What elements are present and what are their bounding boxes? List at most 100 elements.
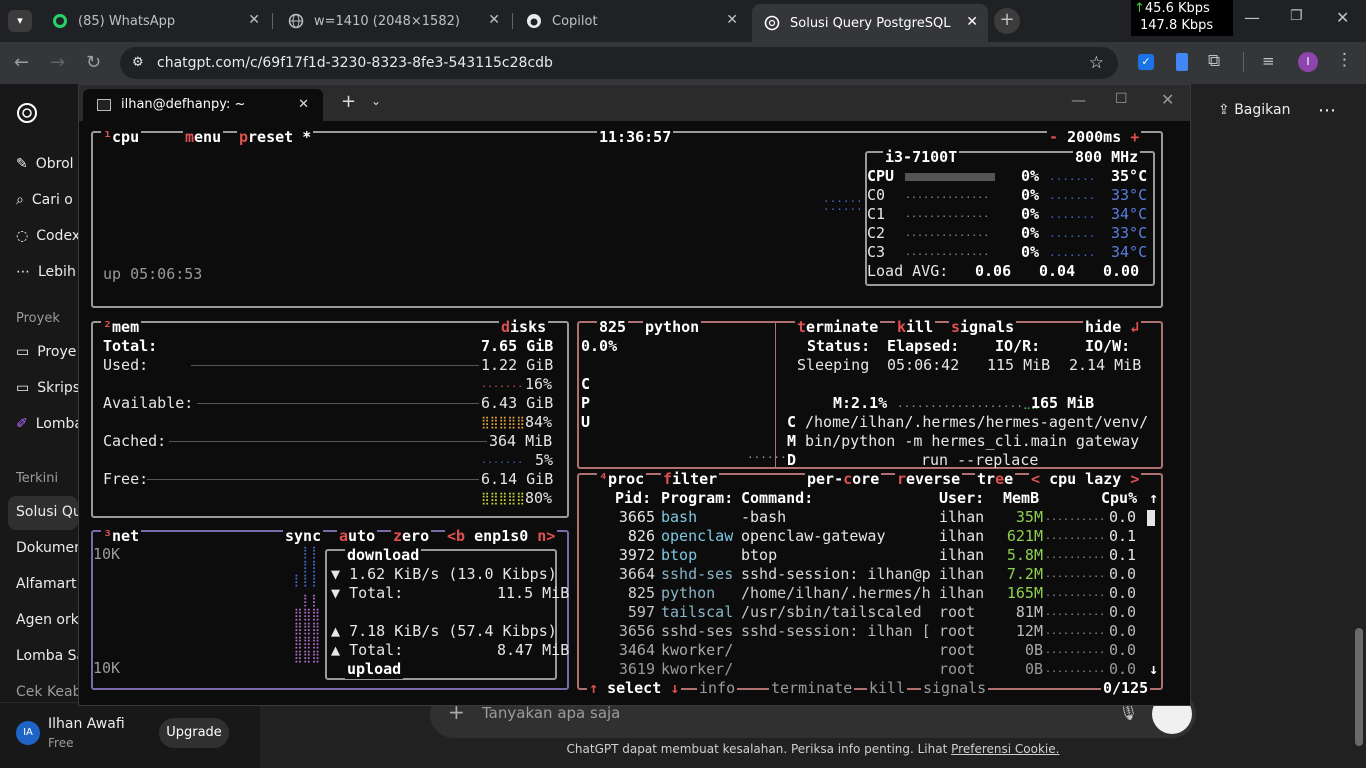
project-item[interactable]: ▭ Proye [16,344,76,360]
detail-mem-value: 165 MiB [1031,394,1095,412]
core-pct: 0% [1021,224,1040,242]
cell-cpu: 0.0 [1109,603,1137,621]
sort-selector[interactable]: < cpu lazy > [1029,470,1142,489]
page-scrollbar[interactable] [1352,84,1366,768]
tree-button[interactable]: tree [975,470,1016,489]
site-info-icon[interactable]: ⚙ [132,47,144,79]
cell-cpu: 0.1 [1109,527,1137,545]
signals-button[interactable]: signals [949,318,1017,337]
table-row[interactable]: 597 tailscal/usr/sbin/tailscaled root 81M 0.… [79,603,1179,622]
dropdown-chevron-icon[interactable]: ⌄ [371,94,381,108]
sidebar-item-search[interactable]: ⌕ Cari o [16,192,73,208]
recent-chat-item[interactable]: Agen orke [16,612,87,628]
cpu-menu-button[interactable]: menu [183,128,224,147]
table-row[interactable]: 3665 bash -bash ilhan 35M 0.0.......... [79,508,1179,527]
close-tab-icon[interactable]: ✕ [726,12,738,28]
maximize-icon[interactable]: ☐ [1115,91,1128,107]
filter-button[interactable]: filter [661,470,720,489]
share-button[interactable]: ⇪ Bagikan [1218,102,1290,118]
more-options-icon[interactable]: ⋯ [1318,100,1336,121]
tab-copilot[interactable]: Copilot ✕ [514,6,748,36]
cookie-preferences-link[interactable]: Preferensi Cookie. [951,742,1059,756]
mem-label: Cached: [103,432,167,450]
col-user[interactable]: User: [939,489,984,508]
col-cpu[interactable]: Cpu% [1101,489,1137,508]
core-temp: 34°C [1111,243,1148,261]
terminate-button[interactable]: terminate [795,318,881,337]
tab-chatgpt[interactable]: Solusi Query PostgreSQL ✕ [752,4,988,42]
interval-decrease[interactable]: - [1049,128,1067,146]
table-row[interactable]: 3972 btop btop ilhan 5.8M 0.1.......... [79,546,1179,565]
load-avg: Load AVG: [867,262,949,280]
media-control-icon[interactable]: ≡ [1262,52,1275,70]
sidebar-item-more[interactable]: ⋯ Lebih [16,264,76,280]
back-icon[interactable]: ← [14,52,29,73]
footer-terminate-button[interactable]: terminate [769,679,855,698]
new-tab-button[interactable]: + [994,8,1020,34]
cell-cmd: sshd-session: ilhan@p [741,565,931,583]
close-tab-icon[interactable]: ✕ [248,12,260,28]
cpu-preset-button[interactable]: preset * [237,128,314,147]
table-row[interactable]: 3464 kworker/root 0B 0.0.......... [79,641,1179,660]
table-row[interactable]: 3664 sshd-ses sshd-session: ilhan@p ilhan 7.… [79,565,1179,584]
cell-prog: tailscal [661,603,734,621]
terminal-window: ilhan@defhanpy: ~ ✕ + ⌄ — ☐ ✕ ¹cpu menu … [78,84,1191,706]
table-row[interactable]: 825 python/home/ilhan/.hermes/h ilhan 165M 0… [79,584,1179,603]
close-window-icon[interactable]: ✕ [1161,90,1174,109]
interval-increase[interactable]: + [1121,128,1139,146]
forward-icon[interactable]: → [50,52,65,73]
extension-check-icon[interactable]: ✓ [1138,54,1154,70]
tab-label: (85) WhatsApp [78,13,176,29]
new-terminal-tab-icon[interactable]: + [341,91,356,112]
recent-chat-item[interactable]: Dokumen [16,540,83,556]
disclaimer: ChatGPT dapat membuat kesalahan. Periksa… [566,742,1060,756]
profile-avatar[interactable]: I [1298,52,1318,72]
extensions-puzzle-icon[interactable]: ⧉ [1208,51,1220,71]
reload-icon[interactable]: ↻ [86,52,101,73]
url-bar[interactable]: ⚙ chatgpt.com/c/69f17f1d-3230-8323-8fe3-… [120,47,1118,79]
cell-mem: 81M [1015,603,1043,621]
col-pid[interactable]: Pid: [615,489,651,508]
hide-button[interactable]: hide ↲ [1083,318,1142,337]
close-window-icon[interactable]: ✕ [1336,8,1349,27]
kill-button[interactable]: kill [895,318,936,337]
extension-doc-icon[interactable] [1176,53,1188,71]
col-program[interactable]: Program: [661,489,733,508]
minimize-icon[interactable]: — [1071,91,1086,109]
scroll-up-icon[interactable]: ↑ [1149,489,1158,508]
restore-icon[interactable]: ❐ [1290,8,1303,24]
project-item[interactable]: ▭ Skrips [16,380,80,396]
sidebar-item-new-chat[interactable]: ✎ Obrol [16,156,74,172]
table-row[interactable]: 3619 kworker/root 0B 0.0.......... [79,660,1179,679]
col-command[interactable]: Command: [741,489,813,508]
openai-logo-icon[interactable] [16,102,38,128]
sidebar-item-codex[interactable]: ◌ Codex [16,228,80,244]
detail-name: python [643,318,702,337]
detail-elapsed: 05:06:42 [887,356,960,374]
browser-menu-icon[interactable]: ⋮ [1336,50,1353,70]
col-mem[interactable]: MemB [1003,489,1039,508]
detail-cmd-line: run --replace [921,451,1039,469]
table-row[interactable]: 3656 sshd-ses sshd-session: ilhan [root 12M… [79,622,1179,641]
reverse-button[interactable]: reverse [895,470,963,489]
tab-whatsapp[interactable]: (85) WhatsApp ✕ [40,6,270,36]
tab-image[interactable]: w=1410 (2048×1582) ✕ [276,6,510,36]
tab-search-button[interactable]: ▾ [8,10,32,32]
project-item[interactable]: ✐ Lomba [16,416,83,432]
close-tab-icon[interactable]: ✕ [298,89,309,121]
mem-pct: 84% [525,413,553,431]
terminal-tab[interactable]: ilhan@defhanpy: ~ ✕ [83,89,323,121]
footer-kill-button[interactable]: kill [867,679,908,698]
info-button[interactable]: info [697,679,738,698]
composer-placeholder: Tanyakan apa saja [482,704,621,722]
disks-button[interactable]: disks [499,318,549,337]
minimize-icon[interactable]: — [1244,8,1260,27]
table-row[interactable]: 826 openclaw openclaw-gateway ilhan 621M 0.1.… [79,527,1179,546]
per-core-button[interactable]: per-core [805,470,882,489]
bookmark-star-icon[interactable]: ☆ [1089,47,1104,79]
recent-chat-item[interactable]: Lomba Sa [16,648,85,664]
cell-prog: btop [661,546,698,564]
footer-signals-button[interactable]: signals [921,679,989,698]
close-tab-icon[interactable]: ✕ [488,12,500,28]
close-tab-icon[interactable]: ✕ [966,14,978,30]
